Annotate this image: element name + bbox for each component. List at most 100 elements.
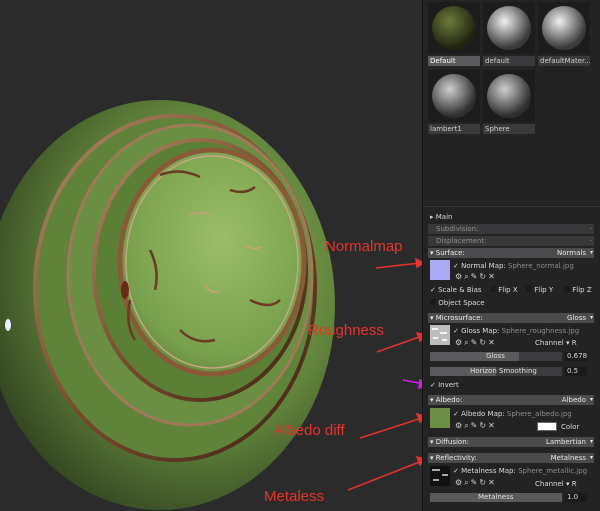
normal-map-texture-slot[interactable] — [430, 260, 450, 280]
dropdown-arrow-icon: ▾ — [589, 314, 593, 321]
dropdown-arrow-icon: ▾ — [589, 438, 593, 445]
material-thumb-sphere[interactable]: Sphere — [483, 70, 535, 134]
surface-mode-value: Normals — [557, 249, 586, 257]
gear-icon[interactable]: ⚙ — [455, 338, 464, 347]
checkmark-icon: ✓ — [430, 286, 436, 294]
metalness-channel-select[interactable]: Channel ▾ R — [535, 480, 577, 488]
gloss-slider[interactable]: Gloss — [430, 352, 562, 361]
flip-z-checkbox[interactable]: Flip Z — [564, 286, 592, 294]
albedo-map-tools: ⚙⌕✎↻✕ — [455, 421, 497, 431]
subdivision-label: Subdivision: — [436, 225, 479, 233]
annotation-albedo-diff: Albedo diff — [274, 422, 345, 439]
albedo-mode-value: Albedo — [561, 396, 586, 404]
metalness-map-texture-slot[interactable] — [430, 466, 450, 486]
gloss-map-tools: ⚙⌕✎↻✕ — [455, 338, 497, 348]
channel-label: Channel — [535, 480, 564, 488]
material-label: default — [483, 56, 535, 66]
collapse-arrow-icon: ▾ — [430, 396, 434, 404]
gear-icon[interactable]: ⚙ — [455, 421, 464, 430]
normal-map-row[interactable]: ✓ Normal Map: Sphere_normal.jpg — [453, 262, 574, 270]
gloss-channel-select[interactable]: Channel ▾ R — [535, 339, 577, 347]
horizon-smoothing-value-field[interactable]: 0.5 — [565, 367, 587, 376]
refresh-icon[interactable]: ↻ — [479, 272, 488, 281]
object-space-checkbox[interactable]: Object Space — [430, 299, 485, 307]
checkmark-icon: ✓ — [453, 410, 459, 418]
gear-icon[interactable]: ⚙ — [455, 272, 464, 281]
channel-value: R — [571, 339, 577, 347]
material-label: defaultMater... — [538, 56, 590, 66]
albedo-map-label: Albedo Map: — [461, 410, 505, 418]
material-thumb-defaultmaterial[interactable]: defaultMater... — [538, 2, 590, 66]
gloss-value-field[interactable]: 0.678 — [565, 352, 587, 361]
albedo-label: Albedo: — [435, 396, 463, 404]
invert-checkbox[interactable]: ✓ Invert — [430, 381, 459, 389]
metalness-label: Metalness — [478, 493, 514, 501]
gloss-map-texture-slot[interactable] — [430, 325, 450, 345]
gloss-label: Gloss — [486, 352, 505, 360]
main-section-header[interactable]: ▸ Main — [428, 212, 594, 222]
object-space-label: Object Space — [438, 299, 485, 307]
channel-value: R — [571, 480, 577, 488]
annotation-roughness: Roughness — [308, 322, 384, 339]
checkmark-icon: ✓ — [453, 467, 459, 475]
dropdown-arrow-icon: ▾ — [589, 396, 593, 403]
checkmark-icon: ✓ — [453, 262, 459, 270]
material-preview-icon — [538, 2, 590, 54]
metalness-slider[interactable]: Metalness — [430, 493, 562, 502]
reflectivity-mode-value: Metalness — [550, 454, 586, 462]
dropdown-arrow-icon: ▾ — [565, 480, 570, 488]
metalness-map-filename: Sphere_metallic.jpg — [518, 467, 588, 475]
material-preview-icon — [483, 2, 535, 54]
metalness-value-field[interactable]: 1.0 — [565, 493, 587, 502]
close-icon[interactable]: ✕ — [488, 478, 497, 487]
scale-bias-label: Scale & Bias — [438, 286, 482, 294]
displacement-label: Displacement: — [436, 237, 487, 245]
dash-icon: - — [589, 225, 592, 232]
channel-label: Channel — [535, 339, 564, 347]
dash-icon: - — [589, 237, 592, 244]
surface-label: Surface: — [435, 249, 465, 257]
metalness-map-row[interactable]: ✓ Metalness Map: Sphere_metallic.jpg — [453, 467, 587, 475]
diffusion-mode-value: Lambertian — [545, 438, 586, 446]
invert-label: Invert — [438, 381, 459, 389]
flip-z-label: Flip Z — [572, 286, 592, 294]
divider — [423, 206, 600, 207]
material-thumb-default[interactable]: default — [483, 2, 535, 66]
albedo-color-swatch[interactable] — [537, 422, 557, 431]
albedo-header[interactable]: ▾ Albedo: Albedo ▾ — [428, 395, 594, 405]
refresh-icon[interactable]: ↻ — [479, 478, 488, 487]
expand-arrow-icon: ▸ — [430, 213, 434, 221]
microsurface-header[interactable]: ▾ Microsurface: Gloss ▾ — [428, 313, 594, 323]
horizon-smoothing-label: Horizon Smoothing — [470, 367, 537, 375]
albedo-map-row[interactable]: ✓ Albedo Map: Sphere_albedo.jpg — [453, 410, 572, 418]
gear-icon[interactable]: ⚙ — [455, 478, 464, 487]
displacement-dropdown[interactable]: Displacement: - — [428, 236, 594, 246]
flip-x-checkbox[interactable]: Flip X — [490, 286, 518, 294]
subdivision-dropdown[interactable]: Subdivision: - — [428, 224, 594, 234]
collapse-arrow-icon: ▾ — [430, 438, 434, 446]
material-thumb-lambert1[interactable]: lambert1 — [428, 70, 480, 134]
gloss-map-row[interactable]: ✓ Gloss Map: Sphere_roughness.jpg — [453, 327, 579, 335]
microsurface-mode-value: Gloss — [567, 314, 586, 322]
gloss-map-filename: Sphere_roughness.jpg — [501, 327, 580, 335]
reflectivity-header[interactable]: ▾ Reflectivity: Metalness ▾ — [428, 453, 594, 463]
surface-header[interactable]: ▾ Surface: Normals ▾ — [428, 248, 594, 258]
albedo-map-texture-slot[interactable] — [430, 408, 450, 428]
scale-bias-checkbox[interactable]: ✓ Scale & Bias — [430, 286, 482, 294]
albedo-map-filename: Sphere_albedo.jpg — [506, 410, 572, 418]
refresh-icon[interactable]: ↻ — [479, 421, 488, 430]
close-icon[interactable]: ✕ — [488, 421, 497, 430]
close-icon[interactable]: ✕ — [488, 272, 497, 281]
refresh-icon[interactable]: ↻ — [479, 338, 488, 347]
horizon-smoothing-slider[interactable]: Horizon Smoothing — [430, 367, 562, 376]
material-thumb-default-selected[interactable]: Default — [428, 2, 480, 66]
flip-y-checkbox[interactable]: Flip Y — [526, 286, 553, 294]
viewport-3d[interactable]: Normalmap Roughness Albedo diff Metaless — [0, 0, 422, 511]
metalness-map-label: Metalness Map: — [461, 467, 516, 475]
close-icon[interactable]: ✕ — [488, 338, 497, 347]
diffusion-header[interactable]: ▾ Diffusion: Lambertian ▾ — [428, 437, 594, 447]
material-preview-icon — [428, 70, 480, 122]
collapse-arrow-icon: ▾ — [430, 249, 434, 257]
material-label: Default — [428, 56, 480, 66]
material-label: Sphere — [483, 124, 535, 134]
